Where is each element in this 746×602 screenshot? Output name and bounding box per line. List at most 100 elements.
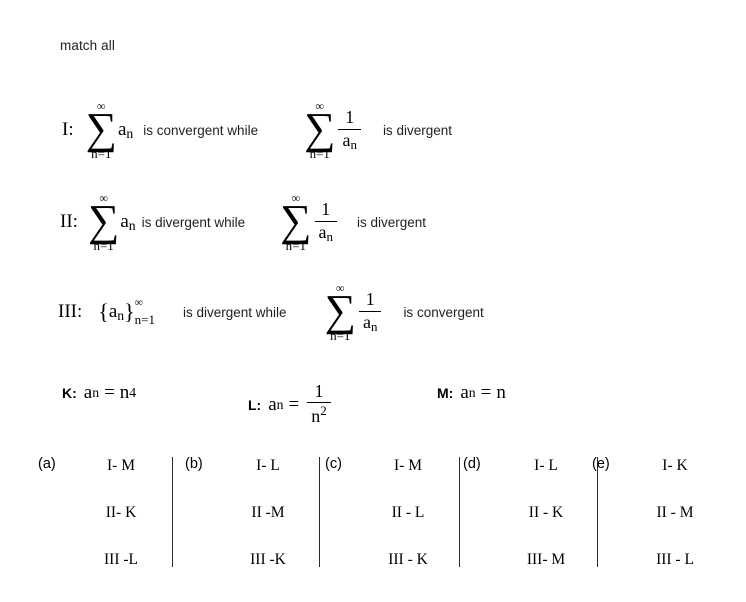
definition-K-key: K: <box>62 385 77 401</box>
option-divider <box>172 457 173 567</box>
fraction-numerator: 1 <box>345 107 355 128</box>
statement-row-2: II: ∞ ∑ n=1 an is divergent while ∞ ∑ n=… <box>0 192 746 252</box>
option-divider <box>459 457 460 567</box>
answer-option-c[interactable]: (c) I- M II - L III - K <box>325 452 460 574</box>
statement-label-1: I: <box>62 119 74 141</box>
statement-3-middle-text: is divergent while <box>183 304 287 320</box>
definition-L-key: L: <box>248 396 262 413</box>
answer-option-d[interactable]: (d) I- L II - K III- M <box>463 452 598 574</box>
fraction-numerator: 1 <box>365 289 375 310</box>
statement-1-trailing-text: is divergent <box>382 122 452 138</box>
option-d-pair-2: II - K <box>528 504 564 521</box>
sigma-icon: ∑ <box>87 196 120 245</box>
definitions-row: K: an = n4 L: an = 1 n2 M: an = n <box>0 372 746 426</box>
option-e-pair-1: I- K <box>662 457 688 474</box>
definition-M: M: an = n <box>437 382 506 404</box>
summation-symbol-group: ∞ ∑ n=1 <box>86 100 117 160</box>
fraction-bar <box>307 402 331 404</box>
statement-2-trailing-text: is divergent <box>357 214 427 230</box>
fraction-denominator: an <box>342 129 357 152</box>
sigma-icon: ∑ <box>324 286 356 335</box>
sigma-icon: ∑ <box>280 196 312 245</box>
sum-term: an <box>120 210 136 233</box>
statement-2-right-expression: ∞ ∑ n=1 1 an <box>280 192 338 252</box>
answer-option-b[interactable]: (b) I- L II -M III -K <box>185 452 320 574</box>
sigma-icon: ∑ <box>85 104 117 153</box>
reciprocal-fraction: 1 an <box>314 199 338 244</box>
statement-label-3: III: <box>58 301 83 323</box>
option-d-pair-1: I- L <box>534 457 558 474</box>
option-b-pair-3: III -K <box>250 551 286 568</box>
sequence-upper-limit: ∞ <box>134 297 143 310</box>
option-a-pair-2: II- K <box>105 504 137 521</box>
page-prompt: match all <box>60 38 115 53</box>
sigma-icon: ∑ <box>304 104 336 153</box>
fraction-numerator: 1 <box>321 199 331 220</box>
sum-lower-limit: n=1 <box>309 146 330 162</box>
sequence-notation: { an } ∞ n=1 <box>98 298 155 326</box>
definition-L: L: an = 1 n2 <box>248 381 331 427</box>
definition-M-body: an = n <box>460 382 506 403</box>
answer-options: (a) I- M II- K III -L (b) I- L II -M III… <box>0 452 746 582</box>
reciprocal-fraction: 1 an <box>358 289 382 334</box>
summation-symbol-group: ∞ ∑ n=1 <box>280 192 311 252</box>
option-d-tag: (d) <box>463 456 481 472</box>
option-e-tag: (e) <box>592 456 610 472</box>
option-b-pair-1: I- L <box>256 457 280 474</box>
option-c-pairs: I- M II - L III - K <box>358 452 458 568</box>
option-a-pair-3: III -L <box>104 551 138 568</box>
statement-label-2: II: <box>60 211 78 233</box>
sequence-term: an <box>108 300 125 323</box>
reciprocal-fraction: 1 an <box>338 107 361 152</box>
summation-symbol-group: ∞ ∑ n=1 <box>325 282 356 342</box>
statement-3-left-expression: { an } ∞ n=1 <box>98 298 155 326</box>
fraction-denominator: an <box>318 221 334 244</box>
option-b-pair-2: II -M <box>251 504 285 521</box>
answer-option-e[interactable]: (e) I- K II - M III - L <box>592 452 727 574</box>
statement-1-right-expression: ∞ ∑ n=1 1 an <box>304 100 361 160</box>
answer-option-a[interactable]: (a) I- M II- K III -L <box>38 452 173 574</box>
option-a-tag: (a) <box>38 456 56 472</box>
sequence-lower-limit: n=1 <box>134 311 156 327</box>
definition-L-fraction: 1 n2 <box>307 381 331 427</box>
fraction-denominator: an <box>362 311 378 334</box>
definition-L-body: an = 1 n2 <box>268 381 331 427</box>
statement-1-left-expression: ∞ ∑ n=1 an <box>86 100 134 160</box>
option-a-pair-1: I- M <box>107 457 135 474</box>
sum-lower-limit: n=1 <box>91 146 112 162</box>
option-c-tag: (c) <box>325 456 342 472</box>
statement-row-3: III: { an } ∞ n=1 is divergent while ∞ ∑… <box>0 282 746 342</box>
option-e-pair-2: II - M <box>656 504 694 521</box>
definition-M-key: M: <box>437 385 454 401</box>
option-divider <box>319 457 320 567</box>
option-b-tag: (b) <box>185 456 203 472</box>
statement-1-middle-text: is convergent while <box>143 122 259 138</box>
option-e-pairs: I- K II - M III - L <box>625 452 725 568</box>
fraction-numerator: 1 <box>314 381 324 401</box>
sum-lower-limit: n=1 <box>93 238 114 254</box>
fraction-denominator: n2 <box>311 403 327 427</box>
summation-symbol-group: ∞ ∑ n=1 <box>88 192 119 252</box>
summation-symbol-group: ∞ ∑ n=1 <box>304 100 335 160</box>
sequence-limits: ∞ n=1 <box>135 298 155 326</box>
statement-2-middle-text: is divergent while <box>141 214 246 230</box>
sum-lower-limit: n=1 <box>330 328 351 344</box>
statement-3-trailing-text: is convergent <box>403 304 484 320</box>
statement-row-1: I: ∞ ∑ n=1 an is convergent while ∞ ∑ n=… <box>0 100 746 160</box>
option-a-pairs: I- M II- K III -L <box>71 452 171 568</box>
sum-lower-limit: n=1 <box>285 238 307 254</box>
statement-3-right-expression: ∞ ∑ n=1 1 an <box>325 282 382 342</box>
option-b-pairs: I- L II -M III -K <box>218 452 318 568</box>
option-d-pairs: I- L II - K III- M <box>496 452 596 568</box>
sum-term: an <box>117 118 134 141</box>
option-e-pair-3: III - L <box>656 551 694 568</box>
option-c-pair-2: II - L <box>391 504 425 521</box>
definition-K: K: an = n4 <box>62 382 136 404</box>
statement-2-left-expression: ∞ ∑ n=1 an <box>88 192 136 252</box>
option-c-pair-3: III - K <box>388 551 428 568</box>
open-brace: { <box>98 299 109 325</box>
close-brace: } <box>124 299 135 325</box>
option-d-pair-3: III- M <box>526 551 566 568</box>
option-c-pair-1: I- M <box>394 457 422 474</box>
definition-K-body: an = n4 <box>83 382 137 403</box>
